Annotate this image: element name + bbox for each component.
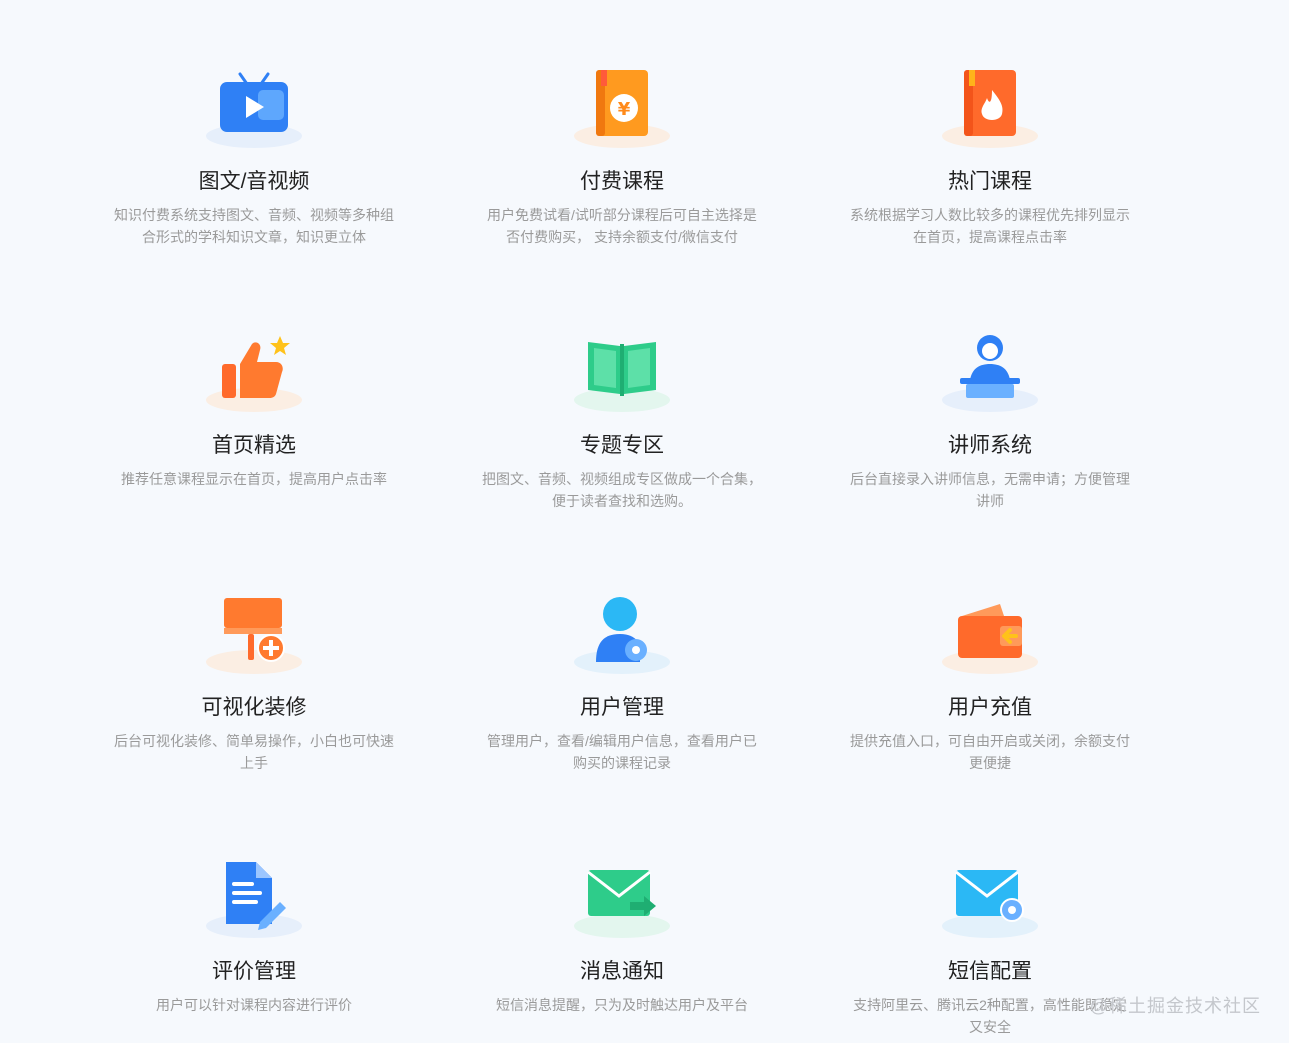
feature-title: 首页精选 (212, 434, 296, 457)
document-edit-icon (204, 858, 304, 948)
feature-title: 图文/音视频 (198, 170, 310, 193)
feature-desc: 推荐任意课程显示在首页，提高用户点击率 (121, 471, 387, 487)
feature-title: 热门课程 (948, 170, 1032, 193)
feature-desc: 后台直接录入讲师信息，无需申请；方便管理讲师 (850, 471, 1130, 509)
feature-title: 短信配置 (948, 960, 1032, 983)
svg-text:¥: ¥ (618, 99, 631, 120)
feature-card-visual-decoration: 可视化装修 后台可视化装修、简单易操作，小白也可快速上手 (104, 594, 404, 774)
feature-card-paid-course: ¥ 付费课程 用户免费试看/试听部分课程后可自主选择是否付费购买， 支持余额支付… (472, 68, 772, 248)
watermark: @稀土掘金技术社区 (1089, 996, 1261, 1016)
feature-card-hot-course: 热门课程 系统根据学习人数比较多的课程优先排列显示在首页，提高课程点击率 (840, 68, 1140, 248)
thumbs-up-icon (204, 332, 304, 422)
feature-title: 用户管理 (580, 696, 664, 719)
feature-title: 用户充值 (948, 696, 1032, 719)
feature-card-media: 图文/音视频 知识付费系统支持图文、音频、视频等多种组合形式的学科知识文章，知识… (104, 68, 404, 248)
feature-desc: 用户免费试看/试听部分课程后可自主选择是否付费购买， 支持余额支付/微信支付 (487, 207, 757, 245)
feature-card-user-management: 用户管理 管理用户，查看/编辑用户信息，查看用户已购买的课程记录 (472, 594, 772, 774)
hot-book-icon (940, 68, 1040, 158)
feature-card-lecturer: 讲师系统 后台直接录入讲师信息，无需申请；方便管理讲师 (840, 332, 1140, 512)
feature-card-review-management: 评价管理 用户可以针对课程内容进行评价 (104, 858, 404, 1016)
feature-title: 评价管理 (212, 960, 296, 983)
feature-title: 专题专区 (580, 434, 664, 457)
feature-title: 讲师系统 (948, 434, 1032, 457)
user-gear-icon (572, 594, 672, 684)
feature-title: 可视化装修 (201, 696, 307, 719)
wallet-icon (940, 594, 1040, 684)
video-tv-icon (204, 68, 304, 158)
feature-card-message-notify: 消息通知 短信消息提醒，只为及时触达用户及平台 (472, 858, 772, 1016)
feature-title: 付费课程 (580, 170, 664, 193)
feature-desc: 管理用户，查看/编辑用户信息，查看用户已购买的课程记录 (487, 733, 757, 771)
paint-roller-icon (204, 594, 304, 684)
feature-title: 消息通知 (580, 960, 664, 983)
feature-desc: 用户可以针对课程内容进行评价 (156, 997, 352, 1013)
feature-desc: 把图文、音频、视频组成专区做成一个合集，便于读者查找和选购。 (482, 471, 762, 509)
feature-desc: 系统根据学习人数比较多的课程优先排列显示在首页，提高课程点击率 (850, 207, 1130, 245)
lecturer-icon (940, 332, 1040, 422)
open-book-icon (572, 332, 672, 422)
paid-book-icon: ¥ (572, 68, 672, 158)
feature-desc: 提供充值入口，可自由开启或关闭，余额支付更便捷 (850, 733, 1130, 771)
mail-send-icon (572, 858, 672, 948)
feature-desc: 支持阿里云、腾讯云2种配置，高性能既稳定又安全 (853, 997, 1127, 1035)
features-grid: 图文/音视频 知识付费系统支持图文、音频、视频等多种组合形式的学科知识文章，知识… (0, 0, 1289, 1043)
feature-card-homepage-picks: 首页精选 推荐任意课程显示在首页，提高用户点击率 (104, 332, 404, 490)
feature-desc: 后台可视化装修、简单易操作，小白也可快速上手 (114, 733, 394, 771)
mail-gear-icon (940, 858, 1040, 948)
feature-card-recharge: 用户充值 提供充值入口，可自由开启或关闭，余额支付更便捷 (840, 594, 1140, 774)
feature-desc: 知识付费系统支持图文、音频、视频等多种组合形式的学科知识文章，知识更立体 (114, 207, 394, 245)
feature-desc: 短信消息提醒，只为及时触达用户及平台 (496, 997, 748, 1013)
feature-card-topic-zone: 专题专区 把图文、音频、视频组成专区做成一个合集，便于读者查找和选购。 (472, 332, 772, 512)
